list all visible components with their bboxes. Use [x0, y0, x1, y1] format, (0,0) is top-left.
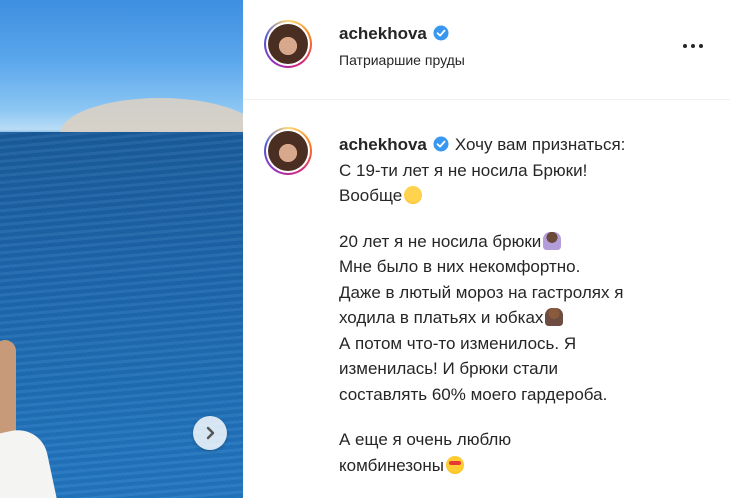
caption-line: 20 лет я не носила брюки — [339, 231, 542, 251]
chevron-right-icon — [206, 426, 215, 440]
location-link[interactable]: Патриаршие пруды — [339, 52, 465, 68]
post-panel: achekhova Патриаршие пруды achekhova Хоч… — [243, 0, 730, 498]
verified-badge-icon — [433, 25, 449, 41]
caption-line: Хочу вам признаться: — [454, 135, 626, 154]
caption-username[interactable]: achekhova — [339, 135, 449, 154]
caption-line: А еще я очень люблю — [339, 430, 512, 449]
grimacing-emoji-icon — [404, 186, 423, 204]
caption-line: ходила в платьях и юбках — [339, 308, 544, 327]
post-header: achekhova Патриаршие пруды — [243, 0, 730, 100]
caption-line: комбинезоны — [339, 455, 444, 475]
caption-text: achekhova Хочу вам признаться: С 19-ти л… — [339, 132, 709, 478]
next-photo-button[interactable] — [193, 416, 227, 450]
header-username[interactable]: achekhova — [339, 24, 449, 44]
caption-line: Вообще — [339, 186, 403, 205]
star-struck-emoji-icon — [445, 455, 464, 474]
avatar[interactable] — [264, 20, 312, 68]
more-options-icon — [683, 44, 687, 48]
person-gesturing-emoji-icon — [545, 308, 564, 326]
caption-avatar[interactable] — [264, 127, 312, 175]
caption-line: изменилась! И брюки стали — [339, 359, 558, 378]
person-raising-hand-emoji-icon — [543, 231, 562, 250]
caption-line: Даже в лютый мороз на гастролях я — [339, 282, 624, 302]
distant-island — [60, 98, 243, 134]
more-options-button[interactable] — [683, 38, 711, 54]
caption-line: С 19-ти лет я не носила Брюки! — [339, 160, 588, 180]
caption-line: Мне было в них некомфортно. — [339, 257, 581, 276]
caption-line: составлять 60% моего гардероба. — [339, 384, 608, 404]
caption-line: А потом что-то изменилось. Я — [339, 333, 577, 353]
post-photo — [0, 0, 243, 498]
verified-badge-icon — [433, 136, 449, 152]
